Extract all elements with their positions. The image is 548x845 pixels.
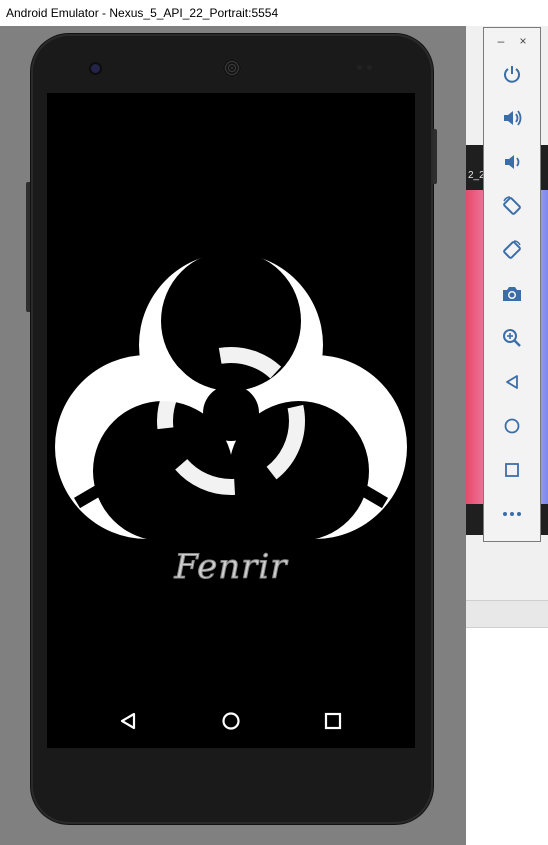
home-icon[interactable]	[211, 693, 251, 749]
zoom-icon[interactable]	[496, 322, 528, 354]
speaker-grille-icon	[223, 59, 241, 77]
emulator-window: Android Emulator - Nexus_5_API_22_Portra…	[0, 0, 466, 845]
rotate-right-icon[interactable]	[496, 234, 528, 266]
phone-screen[interactable]: Fenrir	[47, 93, 415, 748]
window-title[interactable]: Android Emulator - Nexus_5_API_22_Portra…	[0, 0, 466, 26]
power-icon[interactable]	[496, 58, 528, 90]
recents-icon[interactable]	[313, 693, 353, 749]
volume-up-icon[interactable]	[496, 102, 528, 134]
android-navigation-bar	[47, 693, 415, 749]
background-lower-bar	[466, 600, 548, 628]
overview-icon[interactable]	[496, 454, 528, 486]
more-icon[interactable]	[496, 498, 528, 530]
volume-down-icon[interactable]	[496, 146, 528, 178]
front-camera-icon	[91, 64, 100, 73]
toolbar-minimize-button[interactable]: –	[494, 34, 508, 48]
app-title: Fenrir	[174, 547, 288, 588]
rotate-left-icon[interactable]	[496, 190, 528, 222]
back-icon[interactable]	[496, 366, 528, 398]
home-icon[interactable]	[496, 410, 528, 442]
phone-frame: Fenrir	[26, 34, 437, 824]
toolbar-close-button[interactable]: ×	[516, 34, 530, 48]
camera-icon[interactable]	[496, 278, 528, 310]
proximity-sensor-icon	[357, 65, 373, 71]
phone-side-button-left[interactable]	[26, 182, 30, 312]
emulator-toolbar: – ×	[483, 27, 541, 542]
phone-side-button-right[interactable]	[433, 129, 437, 184]
biohazard-icon	[47, 93, 415, 748]
back-icon[interactable]	[108, 693, 148, 749]
